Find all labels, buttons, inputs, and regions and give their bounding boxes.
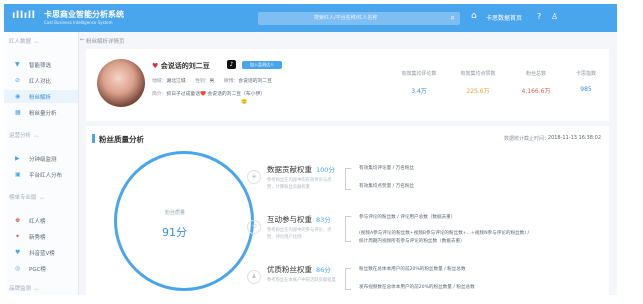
- sidebar-section-brand[interactable]: 品牌监测 ︿: [9, 284, 39, 292]
- emoji-icon: 🙂: [241, 99, 248, 105]
- fan-icon: ♟: [247, 270, 261, 284]
- heart-icon: ♥: [15, 249, 21, 256]
- grid-icon: ▣: [15, 171, 21, 178]
- sidebar-item-fan-volume[interactable]: ▦ 粉丝量分析: [4, 106, 78, 119]
- top-bar: ıllıll 卡思商业智能分析系统 Cast Business Intellig…: [4, 4, 617, 32]
- app-window: ıllıll 卡思商业智能分析系统 Cast Business Intellig…: [4, 4, 617, 295]
- user-icon[interactable]: ♙: [551, 12, 558, 21]
- sidebar-section-rankings[interactable]: 榜单专业版 ︿: [9, 193, 45, 201]
- brand-title: 卡思商业智能分析系统: [44, 10, 124, 19]
- sidebar-section-operations[interactable]: 运营分析 ︿: [9, 131, 39, 139]
- chevron-up-icon: ︿: [39, 195, 45, 201]
- target-icon: ◎: [15, 265, 21, 272]
- profile-card: ♥ 会说话的刘二豆 ♪ 加入监测达人 地域：湖北江城 性别：男 微博：会说话的刘…: [86, 49, 609, 121]
- sidebar-item-rookie-ranking[interactable]: ✦ 新秀榜: [4, 230, 78, 243]
- chart-icon: ▦: [15, 109, 21, 116]
- sidebar-item-fan-analysis[interactable]: ◉ 粉丝解析: [4, 90, 78, 103]
- eye-icon: ◉: [15, 93, 21, 100]
- sidebar: 红人数据 ︿ ▼ 智能筛选 ⊘ 红人对比 ◉ 粉丝解析 ▦ 粉丝量分析 运营分析 ︿ ▶ 分钟…: [4, 32, 79, 295]
- bracket: [345, 216, 351, 242]
- chevron-up-icon: ︿: [34, 133, 40, 139]
- home-link[interactable]: 卡思数据首页: [486, 13, 522, 22]
- add-monitor-button[interactable]: 加入监测达人: [242, 61, 282, 69]
- search-input[interactable]: 搜索红人/平台名称/红人名称 ⌕: [258, 12, 460, 25]
- heart-icon: ♥: [152, 62, 159, 70]
- section-title: 粉丝质量分析: [99, 135, 144, 144]
- play-icon: ▶: [15, 155, 20, 162]
- back-arrow-icon[interactable]: ←: [80, 36, 85, 43]
- bracket: [345, 168, 351, 190]
- quality-gauge: [114, 151, 254, 291]
- sidebar-item-talent-compare[interactable]: ⊘ 红人对比: [4, 74, 78, 87]
- home-icon[interactable]: ⌂: [471, 11, 477, 21]
- avatar: [97, 59, 145, 107]
- chevron-up-icon: ︿: [34, 39, 40, 45]
- interaction-icon: ⟲: [247, 220, 261, 234]
- profile-name: ♥ 会说话的刘二豆: [152, 62, 210, 70]
- breadcrumb: 粉丝解析详情页: [86, 39, 125, 45]
- bracket: [345, 268, 351, 290]
- time-label: 数据统计截止时间：: [503, 136, 549, 142]
- help-icon[interactable]: ?: [537, 12, 541, 21]
- compare-icon: ⊘: [15, 77, 21, 84]
- gauge-label: 粉丝质量: [164, 210, 185, 216]
- star-icon: ✦: [15, 233, 21, 240]
- profile-intro: 简介：抓日子过成童话❤️ 会说话的刘二豆（布小伊）: [152, 92, 266, 97]
- sidebar-section-talent-data[interactable]: 红人数据 ︿: [9, 37, 39, 45]
- sidebar-item-talent-ranking[interactable]: ♚ 红人榜: [4, 214, 78, 227]
- crown-icon: ♚: [15, 217, 21, 224]
- search-placeholder: 搜索红人/平台名称/红人名称: [314, 15, 378, 21]
- sidebar-item-blue-v-ranking[interactable]: ♥ 抖音蓝V榜: [4, 246, 78, 259]
- stat-cast-index: 卡思指数 985: [575, 71, 596, 93]
- sidebar-item-smart-filter[interactable]: ▼ 智能筛选: [4, 58, 78, 71]
- profile-meta: 地域：湖北江城 性别：男 微博：会说话的刘二豆: [152, 79, 272, 84]
- sidebar-item-minute-monitor[interactable]: ▶ 分钟级监测: [4, 152, 78, 165]
- section-accent-bar: [92, 134, 95, 143]
- brand-subtitle: Cast Business Intelligence System: [44, 20, 113, 25]
- sidebar-item-platform-distribution[interactable]: ▣ 平台红人分布: [4, 168, 78, 181]
- fan-quality-panel: 粉丝质量分析 数据统计截止时间： 2018-11-13 16:38:02 粉丝质…: [86, 126, 609, 295]
- data-icon: ◈: [247, 170, 261, 184]
- search-icon[interactable]: ⌕: [451, 13, 455, 23]
- logo-icon: ıllıll: [12, 10, 36, 21]
- gauge-score: 91分: [162, 226, 187, 239]
- stat-avg-comments: 有效集均评论数 3.4万: [401, 71, 437, 95]
- sidebar-item-pgc-ranking[interactable]: ◎ PGC榜: [4, 262, 78, 275]
- chevron-up-icon: ︿: [34, 286, 40, 292]
- filter-icon: ▼: [15, 61, 20, 68]
- tiktok-icon: ♪: [227, 60, 236, 69]
- stat-avg-likes: 有效集均点赞数 225.6万: [460, 71, 496, 95]
- time-value: 2018-11-13 16:38:02: [547, 135, 601, 141]
